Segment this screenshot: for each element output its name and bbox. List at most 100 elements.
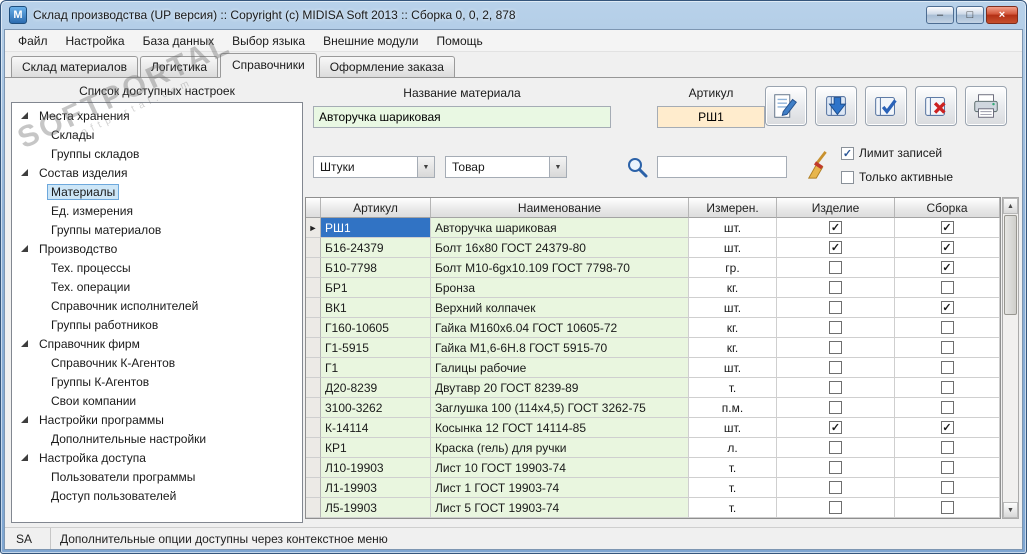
scroll-down-icon[interactable]: ▼ xyxy=(1003,502,1018,518)
assembly-checkbox[interactable] xyxy=(940,281,954,294)
cell-name[interactable]: Лист 1 ГОСТ 19903-74 xyxy=(431,478,689,498)
cell-unit[interactable]: л. xyxy=(689,438,777,458)
tree-child[interactable]: Тех. процессы xyxy=(12,258,302,277)
tree-node[interactable]: Настройки программы xyxy=(12,410,302,429)
table-row[interactable]: ► РШ1 Авторучка шариковая шт. ✓ ✓ xyxy=(306,218,1000,238)
cell-unit[interactable]: т. xyxy=(689,378,777,398)
scrollbar-thumb[interactable] xyxy=(1004,215,1017,315)
tree-expander-icon[interactable] xyxy=(21,454,28,461)
only-active-checkbox[interactable]: Только активные xyxy=(841,170,953,184)
column-header[interactable]: Сборка xyxy=(895,198,1000,218)
insert-button[interactable] xyxy=(815,86,857,126)
tree-child[interactable]: Справочник К-Агентов xyxy=(12,353,302,372)
table-row[interactable]: Б10-7798 Болт М10-6gх10.109 ГОСТ 7798-70 г… xyxy=(306,258,1000,278)
tree-node[interactable]: Места хранения xyxy=(12,106,302,125)
tree-child[interactable]: Дополнительные настройки xyxy=(12,429,302,448)
assembly-checkbox[interactable] xyxy=(940,321,954,334)
cell-name[interactable]: Верхний колпачек xyxy=(431,298,689,318)
cell-name[interactable]: Лист 5 ГОСТ 19903-74 xyxy=(431,498,689,518)
product-checkbox[interactable] xyxy=(829,481,842,494)
assembly-checkbox[interactable]: ✓ xyxy=(940,221,954,234)
cell-article[interactable]: Л10-19903 xyxy=(321,458,431,478)
tree-child[interactable]: Справочник исполнителей xyxy=(12,296,302,315)
search-icon[interactable] xyxy=(625,155,649,179)
menu-item[interactable]: Настройка xyxy=(57,32,134,50)
kind-select[interactable]: Товар ▼ xyxy=(445,156,567,178)
assembly-checkbox[interactable] xyxy=(940,461,954,474)
assembly-checkbox[interactable] xyxy=(940,401,954,414)
material-name-input[interactable] xyxy=(313,106,611,128)
table-row[interactable]: 3100-3262 Заглушка 100 (114х4,5) ГОСТ 326… xyxy=(306,398,1000,418)
cell-unit[interactable]: т. xyxy=(689,478,777,498)
menu-item[interactable]: Выбор языка xyxy=(223,32,314,50)
assembly-checkbox[interactable] xyxy=(940,361,954,374)
search-input[interactable] xyxy=(657,156,787,178)
maximize-button[interactable]: □ xyxy=(956,6,984,24)
cell-unit[interactable]: гр. xyxy=(689,258,777,278)
cell-unit[interactable]: шт. xyxy=(689,358,777,378)
product-checkbox[interactable] xyxy=(829,261,842,274)
product-checkbox[interactable]: ✓ xyxy=(829,241,842,254)
column-header[interactable]: Артикул xyxy=(321,198,431,218)
product-checkbox[interactable] xyxy=(829,301,842,314)
tree-child[interactable]: Ед. измерения xyxy=(12,201,302,220)
assembly-checkbox[interactable] xyxy=(940,501,954,514)
tab[interactable]: Логистика xyxy=(140,56,219,77)
assembly-checkbox[interactable]: ✓ xyxy=(940,241,954,254)
table-row[interactable]: Г1-5915 Гайка М1,6-6Н.8 ГОСТ 5915-70 кг. xyxy=(306,338,1000,358)
delete-button[interactable] xyxy=(915,86,957,126)
table-row[interactable]: Л5-19903 Лист 5 ГОСТ 19903-74 т. xyxy=(306,498,1000,518)
assembly-checkbox[interactable] xyxy=(940,481,954,494)
unit-select[interactable]: Штуки ▼ xyxy=(313,156,435,178)
minimize-button[interactable]: – xyxy=(926,6,954,24)
cell-unit[interactable]: т. xyxy=(689,498,777,518)
product-checkbox[interactable] xyxy=(829,461,842,474)
cell-unit[interactable]: кг. xyxy=(689,338,777,358)
tree-node[interactable]: Справочник фирм xyxy=(12,334,302,353)
tree-child[interactable]: Группы К-Агентов xyxy=(12,372,302,391)
cell-article[interactable]: КР1 xyxy=(321,438,431,458)
cell-name[interactable]: Гайка М1,6-6Н.8 ГОСТ 5915-70 xyxy=(431,338,689,358)
menu-item[interactable]: Файл xyxy=(9,32,57,50)
tree-child[interactable]: Склады xyxy=(12,125,302,144)
assembly-checkbox[interactable] xyxy=(940,341,954,354)
limit-records-checkbox[interactable]: ✓ Лимит записей xyxy=(841,146,942,160)
tree-child[interactable]: Доступ пользователей xyxy=(12,486,302,505)
cell-article[interactable]: Г1-5915 xyxy=(321,338,431,358)
table-row[interactable]: БР1 Бронза кг. xyxy=(306,278,1000,298)
cell-article[interactable]: Г160-10605 xyxy=(321,318,431,338)
tree-child[interactable]: Пользователи программы xyxy=(12,467,302,486)
table-row[interactable]: ВК1 Верхний колпачек шт. ✓ xyxy=(306,298,1000,318)
cell-article[interactable]: Г1 xyxy=(321,358,431,378)
cell-article[interactable]: БР1 xyxy=(321,278,431,298)
scrollbar-track[interactable] xyxy=(1003,214,1018,502)
table-row[interactable]: КР1 Краска (гель) для ручки л. xyxy=(306,438,1000,458)
tab[interactable]: Склад материалов xyxy=(11,56,138,77)
cell-article[interactable]: Б16-24379 xyxy=(321,238,431,258)
product-checkbox[interactable] xyxy=(829,341,842,354)
cell-article[interactable]: Л5-19903 xyxy=(321,498,431,518)
cell-article[interactable]: К-14114 xyxy=(321,418,431,438)
cell-unit[interactable]: т. xyxy=(689,458,777,478)
table-row[interactable]: Л10-19903 Лист 10 ГОСТ 19903-74 т. xyxy=(306,458,1000,478)
product-checkbox[interactable] xyxy=(829,501,842,514)
tree-child[interactable]: Материалы xyxy=(12,182,302,201)
chevron-down-icon[interactable]: ▼ xyxy=(549,157,566,177)
table-row[interactable]: Г160-10605 Гайка М160х6.04 ГОСТ 10605-72 к… xyxy=(306,318,1000,338)
cell-name[interactable]: Косынка 12 ГОСТ 14114-85 xyxy=(431,418,689,438)
column-header[interactable]: Измерен. xyxy=(689,198,777,218)
cell-name[interactable]: Авторучка шариковая xyxy=(431,218,689,238)
tree-child[interactable]: Тех. операции xyxy=(12,277,302,296)
cell-unit[interactable]: шт. xyxy=(689,298,777,318)
cell-article[interactable]: Б10-7798 xyxy=(321,258,431,278)
cell-article[interactable]: РШ1 xyxy=(321,218,431,238)
product-checkbox[interactable] xyxy=(829,361,842,374)
column-header[interactable]: Наименование xyxy=(431,198,689,218)
table-row[interactable]: Б16-24379 Болт 16х80 ГОСТ 24379-80 шт. ✓ ✓ xyxy=(306,238,1000,258)
tab[interactable]: Оформление заказа xyxy=(318,56,455,77)
menu-item[interactable]: Внешние модули xyxy=(314,32,427,50)
tree-expander-icon[interactable] xyxy=(21,416,28,423)
product-checkbox[interactable] xyxy=(829,401,842,414)
tab[interactable]: Справочники xyxy=(220,53,317,78)
print-button[interactable] xyxy=(965,86,1007,126)
